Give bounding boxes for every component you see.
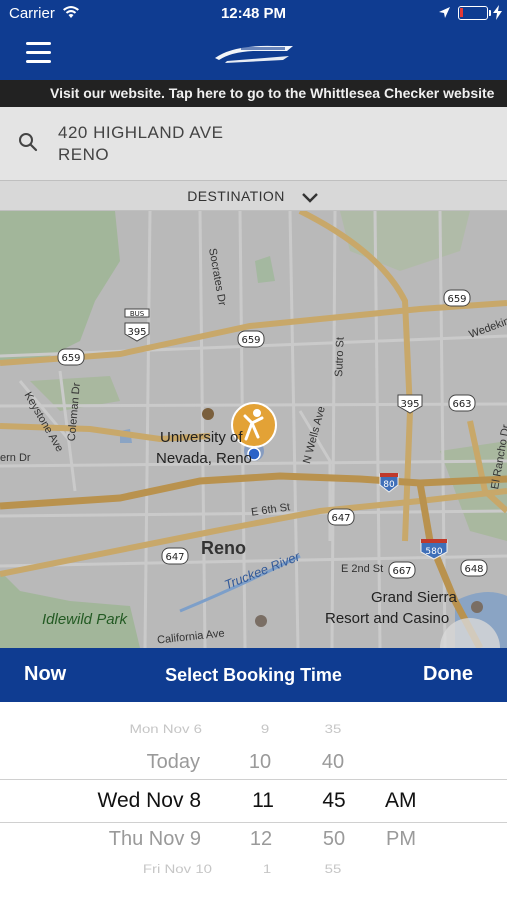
picker-date-item[interactable]: Today [40,751,200,774]
booking-header: Now Select Booking Time Done [0,648,507,702]
map-label-sutro: Sutro St [333,336,347,378]
shield-i580: 580 [425,547,442,557]
address-line-1: 420 HIGHLAND AVE [58,123,224,142]
shield-648: 648 [464,564,483,575]
address-line-2: RENO [58,145,110,164]
map-label-resort: Resort and Casino [325,610,450,627]
picker-date-selected[interactable]: Wed Nov 8 [40,789,202,813]
picker-minute-item[interactable]: 40 [308,751,358,774]
picker-hour-item[interactable]: 1 [242,863,292,877]
map-label-e2nd: E 2nd St [341,563,384,575]
picker-hour-item[interactable]: 9 [240,723,290,737]
picker-minute-item[interactable]: 35 [308,723,358,737]
picker-minute-selected[interactable]: 45 [309,789,359,813]
shield-663: 663 [452,399,471,410]
shield-659c: 659 [447,294,466,305]
shield-bus: BUS [130,310,145,318]
destination-label: DESTINATION [187,188,285,204]
map-label-ern-dr: ern Dr [0,452,31,464]
booking-time-picker[interactable]: Mon Nov 6 Today Wed Nov 8 Thu Nov 9 Fri … [0,702,507,900]
picker-ampm-item[interactable]: PM [386,828,416,851]
picker-date-item[interactable]: Thu Nov 9 [40,828,201,851]
search-icon [18,132,38,157]
location-arrow-icon [438,6,451,24]
picker-hour-item[interactable]: 10 [235,751,285,774]
map-label-university: University of [160,429,243,446]
picker-ampm-selected[interactable]: AM [385,789,417,813]
pickup-address-field[interactable]: 420 HIGHLAND AVE RENO [0,107,507,180]
shield-647b: 647 [165,552,184,563]
shield-659a: 659 [61,353,80,364]
whittlesea-logo [213,42,295,64]
picker-hour-selected[interactable]: 11 [238,789,288,813]
map-label-idlewild: Idlewild Park [42,611,128,628]
map-label-reno: Reno [201,538,246,558]
picker-date-item[interactable]: Mon Nov 6 [40,723,202,737]
chevron-down-icon [302,190,318,208]
status-bar: Carrier 12:48 PM [0,0,507,28]
picker-date-item[interactable]: Fri Nov 10 [40,863,212,877]
picker-minute-item[interactable]: 50 [309,828,359,851]
shield-659b: 659 [241,335,260,346]
destination-toggle[interactable]: DESTINATION [0,180,507,211]
map-label-grand-sierra: Grand Sierra [371,589,457,606]
picker-hour-item[interactable]: 12 [236,828,286,851]
website-banner[interactable]: Visit our website. Tap here to go to the… [0,80,507,107]
status-time: 12:48 PM [220,5,287,22]
shield-395a: 395 [127,327,146,338]
shield-i80: 80 [383,480,395,490]
battery-icon [458,6,488,20]
done-button[interactable]: Done [423,663,473,686]
shield-667: 667 [392,566,411,577]
hamburger-menu-icon[interactable] [24,40,54,66]
nav-bar [0,28,507,80]
picker-minute-item[interactable]: 55 [308,863,358,877]
shield-647a: 647 [331,513,350,524]
charging-bolt-icon [493,5,502,25]
map-view[interactable]: 659 659 659 BUS 395 395 663 647 647 667 … [0,211,507,648]
map-label-nevada: Nevada, Reno [156,450,252,467]
shield-395b: 395 [400,399,419,410]
